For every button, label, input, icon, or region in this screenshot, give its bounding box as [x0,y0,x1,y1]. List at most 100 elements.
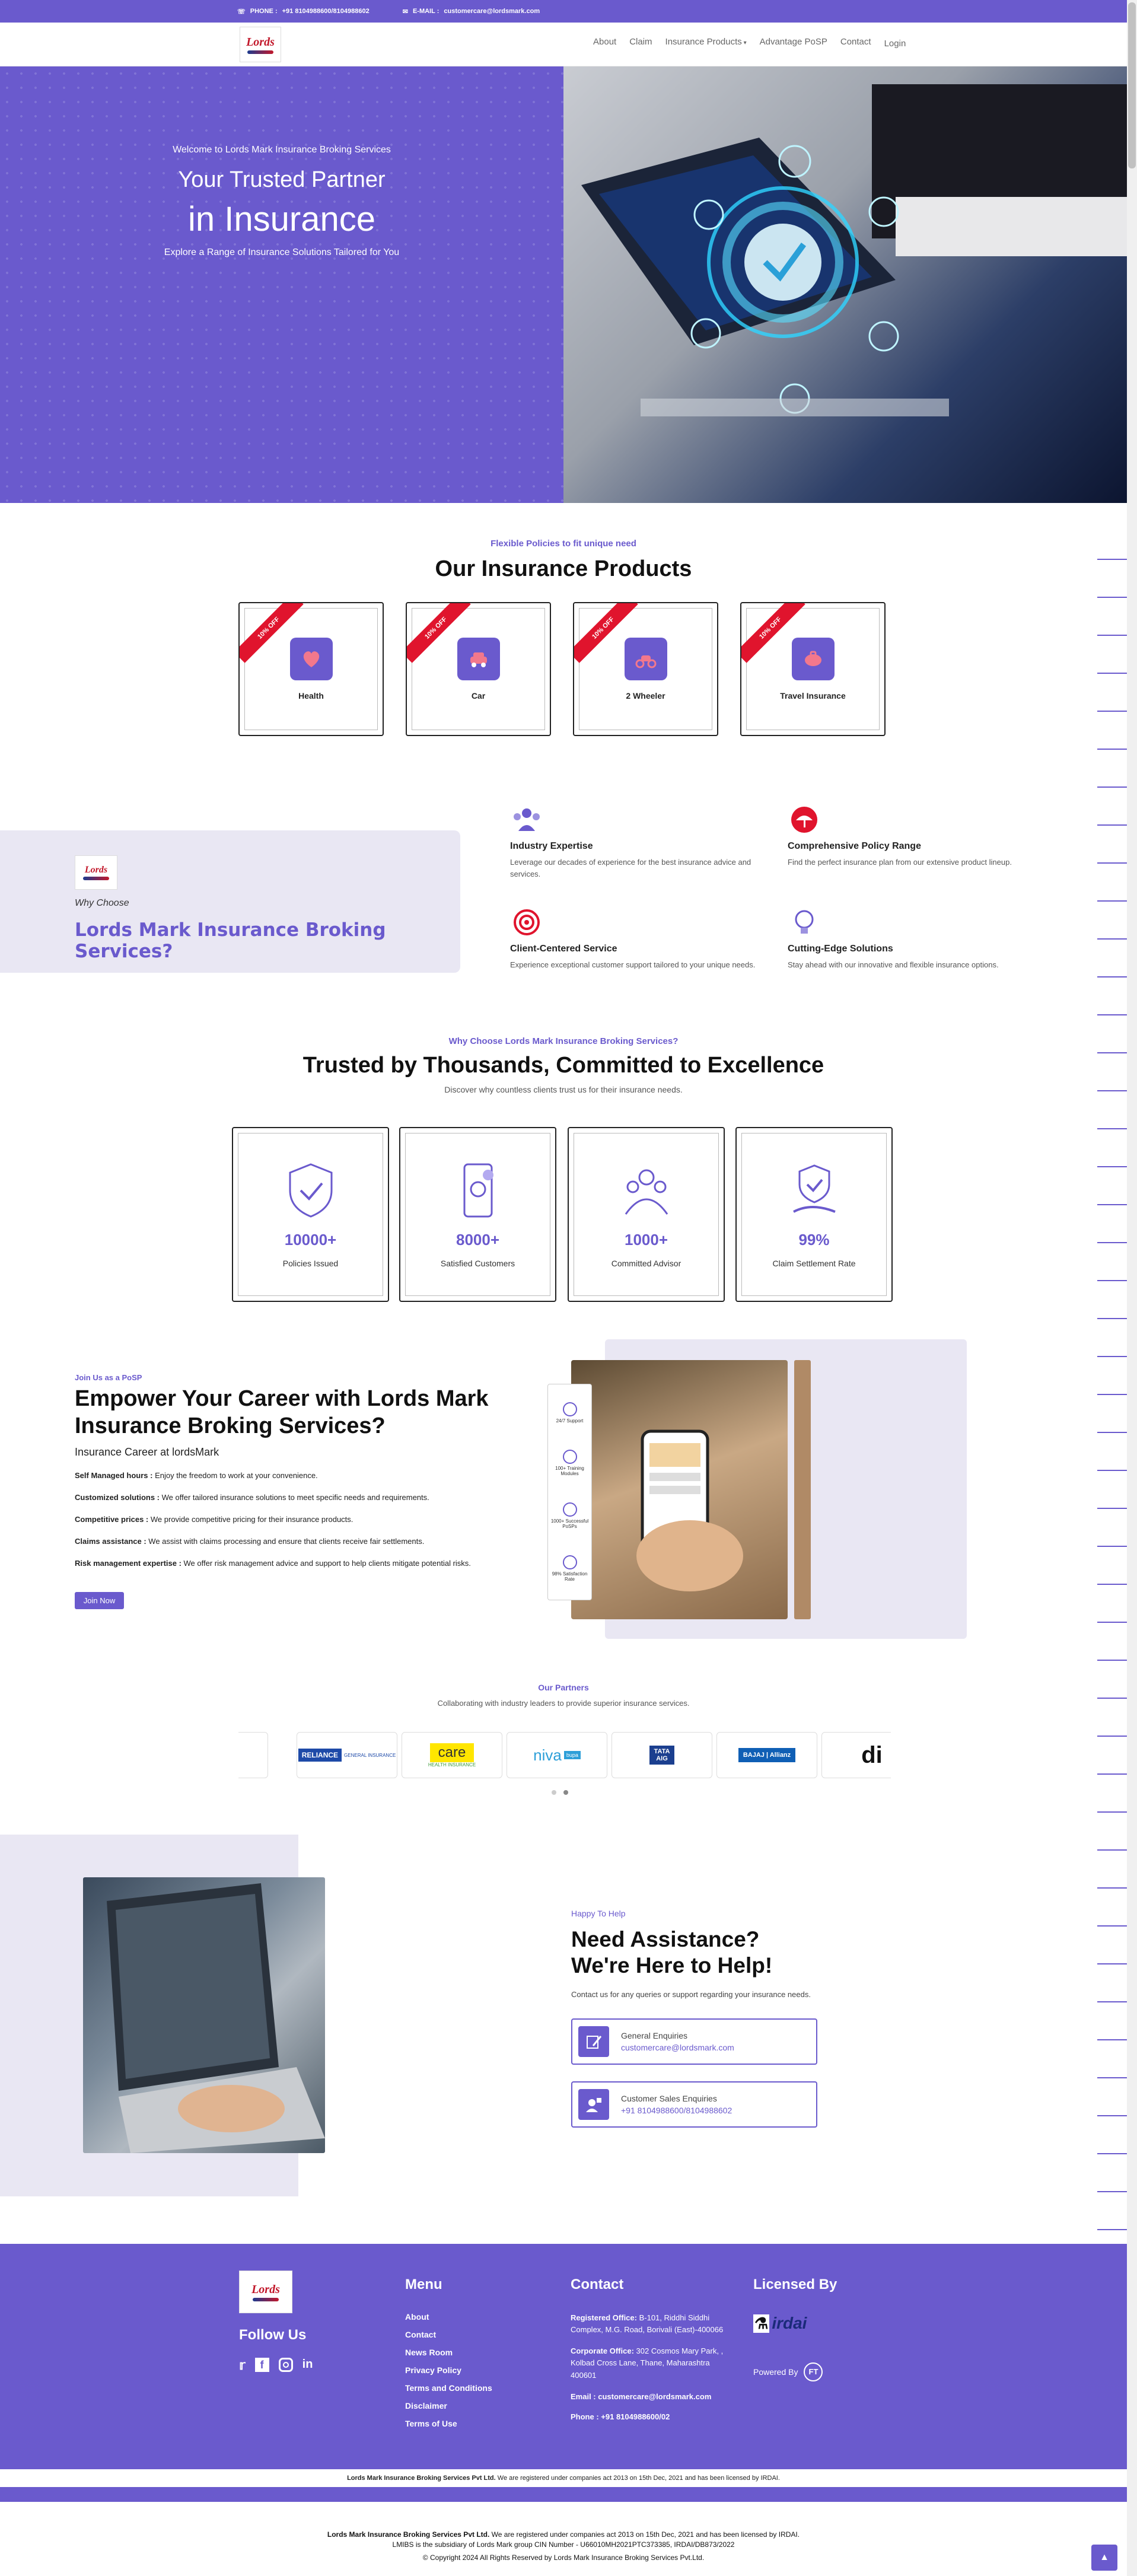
email-address[interactable]: customercare@lordsmark.com [444,8,540,15]
contact-card-general[interactable]: General Enquiries customercare@lordsmark.… [571,2018,817,2065]
career-subtitle: Insurance Career at lordsMark [75,1446,219,1458]
hero-welcome: Welcome to Lords Mark Insurance Broking … [173,145,391,155]
footer-email[interactable]: Email : customercare@lordsmark.com [571,2391,731,2403]
login-link[interactable]: Login [884,39,906,49]
help-laptop-photo [83,1877,325,2153]
footer-link-news-room[interactable]: News Room [405,2348,492,2357]
vertical-scrollbar[interactable] [1127,0,1137,2576]
carousel-dot[interactable] [552,1790,556,1795]
footer-link-contact[interactable]: Contact [405,2330,492,2339]
ft-logo-icon[interactable]: FT [804,2362,823,2381]
site-logo[interactable]: Lords [240,27,281,62]
facebook-icon[interactable]: f [254,2358,269,2372]
carousel-dot-active[interactable] [563,1790,568,1795]
instagram-icon[interactable] [278,2358,293,2372]
scrollbar-thumb[interactable] [1128,2,1136,168]
footer-link-terms-of-use[interactable]: Terms of Use [405,2419,492,2428]
nav-menu: About Claim Insurance Products ▾ Advanta… [593,37,906,49]
partner-logo-niva: niva bupa [507,1732,607,1778]
feature-title: Comprehensive Policy Range [788,841,921,851]
trust-subtitle: Discover why countless clients trust us … [444,1085,683,1094]
arrow-up-icon: ▲ [1100,2552,1109,2562]
advisor-group-icon [625,1169,668,1215]
nav-item-claim[interactable]: Claim [629,37,652,49]
stat-number: 10000+ [284,1231,337,1249]
travel-icon [791,638,835,680]
footer-logo[interactable]: Lords [239,2271,292,2313]
car-icon [457,638,500,680]
linkedin-icon[interactable]: in [302,2358,313,2373]
sales-agent-icon [578,2089,609,2120]
licensed-by-title: Licensed By [753,2276,837,2292]
mail-icon: ✉ [402,8,408,15]
partners-subtitle: Collaborating with industry leaders to p… [437,1699,690,1708]
follow-us-title: Follow Us [239,2327,307,2343]
partner-logo-partial [238,1732,268,1778]
products-title: Our Insurance Products [435,556,692,581]
hand-shield-icon [792,1164,836,1213]
nav-item-contact[interactable]: Contact [840,37,871,49]
feature-title: Industry Expertise [510,841,593,851]
why-title: Lords Mark Insurance Broking Services? [75,919,386,962]
partners-eyebrow: Our Partners [538,1683,589,1692]
stat-card-policies: 10000+ Policies Issued [232,1127,389,1302]
side-stat-item: 98% Satisfaction Rate [548,1555,591,1582]
sales-enquiry-phone[interactable]: +91 8104988600/8104988602 [621,2106,732,2115]
trust-eyebrow: Why Choose Lords Mark Insurance Broking … [448,1036,679,1046]
footer-link-privacy-policy[interactable]: Privacy Policy [405,2365,492,2375]
career-point: Competitive prices : We provide competit… [75,1514,353,1524]
footer-link-disclaimer[interactable]: Disclaimer [405,2401,492,2411]
stat-label: Satisfied Customers [440,1259,515,1268]
footer-link-about[interactable]: About [405,2312,492,2322]
phone-number[interactable]: +91 8104988600/8104988602 [282,8,370,15]
stat-number: 99% [798,1231,830,1249]
product-card-two-wheeler[interactable]: 10% OFF 2 Wheeler [573,602,718,736]
stat-card-customers: 8000+ Satisfied Customers [399,1127,556,1302]
target-icon [514,909,540,935]
general-enquiry-email[interactable]: customercare@lordsmark.com [621,2043,734,2052]
feature-policy-range: Comprehensive Policy Range Find the perf… [788,805,1037,868]
nav-item-about[interactable]: About [593,37,616,49]
feature-desc: Find the perfect insurance plan from our… [788,858,1012,867]
footer-phone[interactable]: Phone : +91 8104988600/02 [571,2411,731,2423]
two-wheeler-icon [624,638,667,680]
footer-notice-strip: Lords Mark Insurance Broking Services Pv… [0,2469,1127,2487]
partner-logo-tata-aig: TATA AIG [612,1732,712,1778]
umbrella-icon [791,807,817,833]
feature-desc: Experience exceptional customer support … [510,960,756,969]
support-icon [562,1402,577,1416]
powered-by: Powered By FT [753,2362,823,2381]
footer-divider-band [0,2487,1127,2502]
irdai-emblem-icon: ⚗ [753,2314,770,2333]
feature-industry-expertise: Industry Expertise Leverage our decades … [510,805,759,880]
stat-number: 1000+ [624,1231,668,1249]
twitter-icon[interactable]: 𝕣 [239,2358,246,2373]
satisfaction-icon [562,1555,577,1569]
side-stat-item: 24/7 Support [556,1402,583,1424]
logo-wave [247,50,273,54]
nav-item-advantage-posp[interactable]: Advantage PoSP [760,37,827,49]
feature-title: Client-Centered Service [510,944,617,954]
side-stat-item: 100+ Training Modules [548,1450,591,1476]
footer-link-terms-conditions[interactable]: Terms and Conditions [405,2383,492,2393]
career-point: Self Managed hours : Enjoy the freedom t… [75,1471,318,1480]
partners-carousel[interactable]: RELIANCE GENERAL INSURANCE care HEALTH INS… [238,1732,891,1779]
product-card-car[interactable]: 10% OFF Car [406,602,551,736]
footer: Lords Follow Us 𝕣 f in Menu About Contac… [0,2244,1127,2469]
cin-notice: LMIBS is the subsidiary of Lords Mark gr… [392,2540,735,2549]
join-now-button[interactable]: Join Now [75,1592,124,1609]
partner-logo-partial-right: di [821,1732,891,1778]
trust-title: Trusted by Thousands, Committed to Excel… [302,1053,824,1078]
hero-title-line2: in Insurance [188,200,375,238]
career-point: Risk management expertise : We offer ris… [75,1558,471,1568]
product-card-travel[interactable]: 10% OFF Travel Insurance [740,602,886,736]
nav-item-insurance-products[interactable]: Insurance Products ▾ [665,37,747,49]
product-label: 2 Wheeler [626,691,665,700]
contact-card-sales[interactable]: Customer Sales Enquiries +91 8104988600/8… [571,2081,817,2128]
feature-cutting-edge: Cutting-Edge Solutions Stay ahead with o… [788,908,1037,971]
career-point: Customized solutions : We offer tailored… [75,1492,429,1502]
registration-notice: Lords Mark Insurance Broking Services Pv… [327,2530,800,2539]
hero-subtitle: Explore a Range of Insurance Solutions T… [164,247,400,257]
product-card-health[interactable]: 10% OFF Health [238,602,384,736]
back-to-top-button[interactable]: ▲ [1091,2545,1117,2571]
